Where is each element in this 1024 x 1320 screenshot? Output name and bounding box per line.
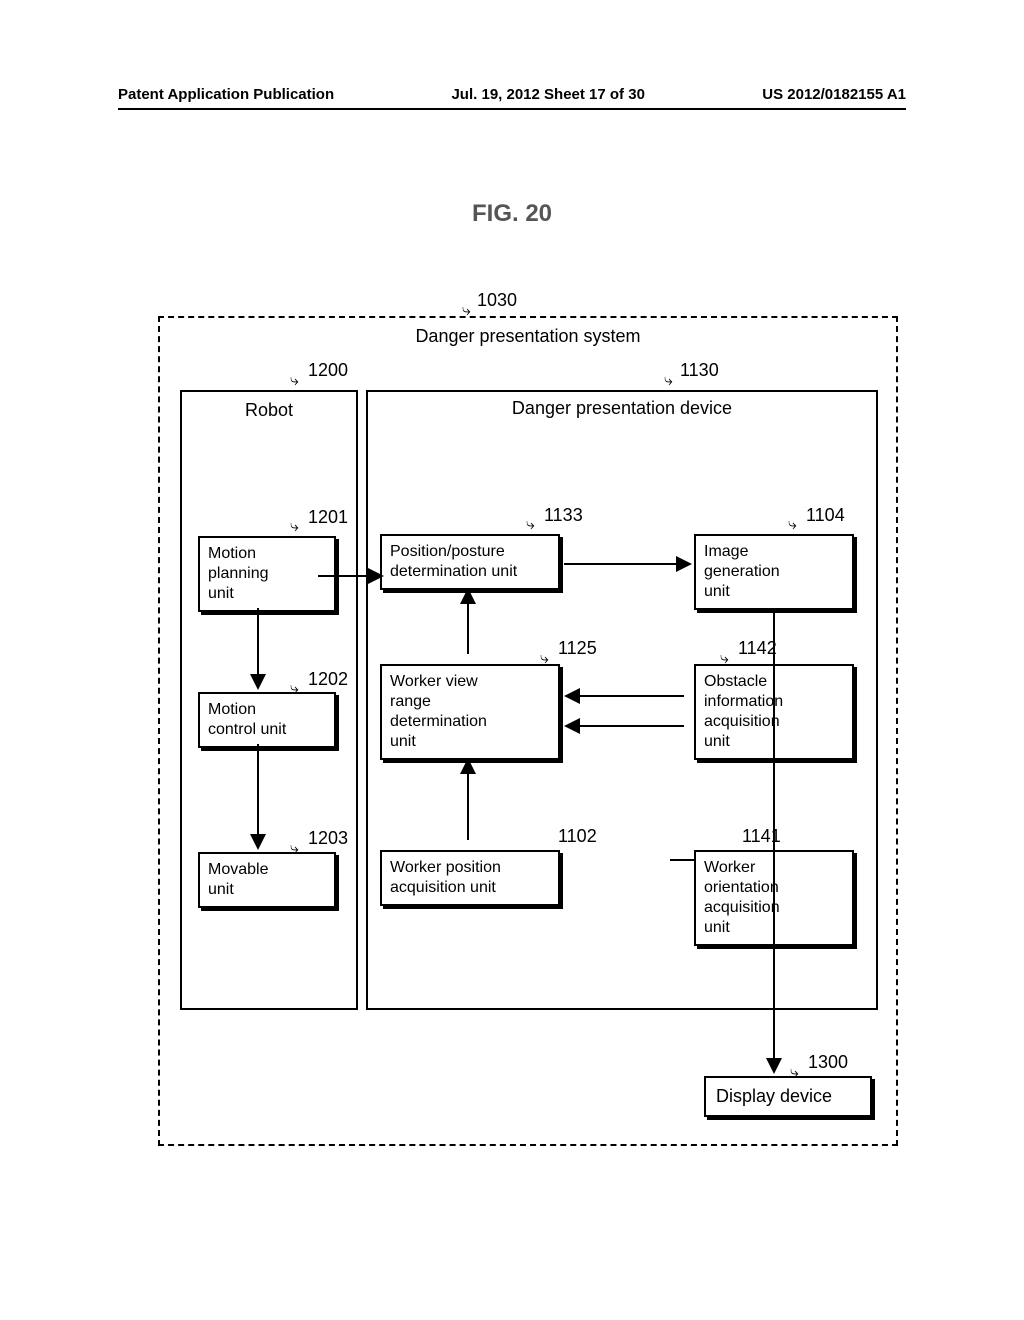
arrow-icon xyxy=(564,686,692,706)
figure-title: FIG. 20 xyxy=(472,200,552,228)
leader-curve-icon: ⤷ xyxy=(290,372,299,390)
robot-title: Robot xyxy=(245,400,293,421)
system-title: Danger presentation system xyxy=(415,326,640,347)
ref-num-1202: 1202 xyxy=(308,669,348,690)
arrow-icon xyxy=(764,608,784,1074)
arrow-icon xyxy=(248,608,268,690)
ref-num-1102: 1102 xyxy=(558,826,597,847)
ref-num-1201: 1201 xyxy=(308,507,348,528)
worker-position-unit: Worker position acquisition unit xyxy=(380,850,560,906)
position-posture-unit: Position/posture determination unit xyxy=(380,534,560,590)
arrow-icon xyxy=(318,566,384,586)
header-right: US 2012/0182155 A1 xyxy=(762,86,906,103)
ref-num-1200: 1200 xyxy=(308,360,348,381)
arrow-icon xyxy=(458,758,478,848)
ref-num-1125: 1125 xyxy=(558,638,597,659)
movable-unit: Movable unit xyxy=(198,852,336,908)
motion-control-unit: Motion control unit xyxy=(198,692,336,748)
worker-view-range-unit: Worker view range determination unit xyxy=(380,664,560,760)
robot-container: Robot ⤷ 1201 ⤷ 1202 ⤷ 1203 Motion planni… xyxy=(180,390,358,1010)
page-header: Patent Application Publication Jul. 19, … xyxy=(118,86,906,103)
ref-num-1030: 1030 xyxy=(477,290,517,311)
image-generation-unit: Image generation unit xyxy=(694,534,854,610)
ref-num-1133: 1133 xyxy=(544,505,583,526)
device-container: Danger presentation device ⤷ 1133 ⤷ 1104… xyxy=(366,390,878,1010)
header-center: Jul. 19, 2012 Sheet 17 of 30 xyxy=(451,86,644,103)
arrow-icon xyxy=(564,554,692,574)
ref-num-1300: 1300 xyxy=(808,1052,848,1073)
leader-curve-icon: ⤷ xyxy=(664,372,673,390)
connector-line xyxy=(670,850,700,870)
leader-curve-icon: ⤷ xyxy=(788,516,797,534)
leader-curve-icon: ⤷ xyxy=(526,516,535,534)
arrow-icon xyxy=(248,744,268,850)
arrow-icon xyxy=(458,588,478,662)
header-rule xyxy=(118,108,906,110)
motion-planning-unit: Motion planning unit xyxy=(198,536,336,612)
system-container: Danger presentation system ⤷ 1200 ⤷ 1130… xyxy=(158,316,898,1146)
leader-curve-icon: ⤷ xyxy=(290,518,299,536)
header-left: Patent Application Publication xyxy=(118,86,334,103)
arrow-icon xyxy=(564,716,692,736)
ref-num-1203: 1203 xyxy=(308,828,348,849)
ref-num-1104: 1104 xyxy=(806,505,845,526)
ref-num-1130: 1130 xyxy=(680,360,719,381)
device-title: Danger presentation device xyxy=(512,398,732,419)
display-device-unit: Display device xyxy=(704,1076,872,1117)
